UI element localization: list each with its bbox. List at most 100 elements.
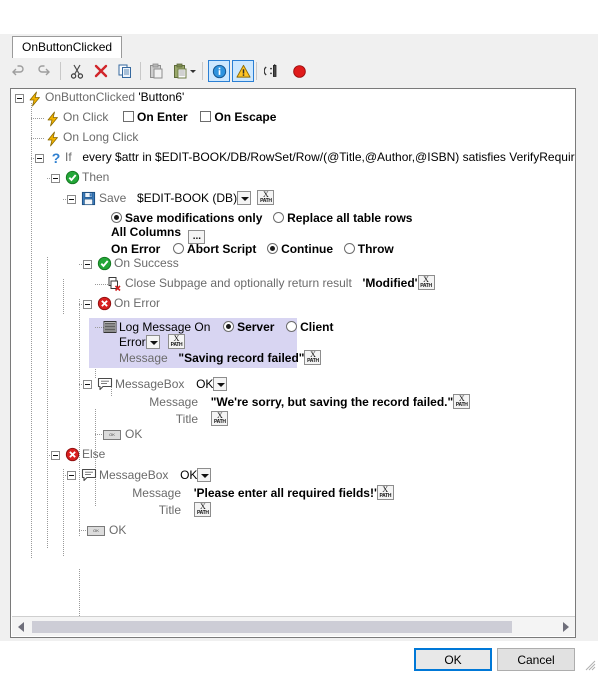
log-server-radio[interactable]: [223, 321, 235, 332]
on-success-label: On Success: [114, 256, 179, 270]
scrollbar-thumb[interactable]: [32, 621, 512, 633]
expander-messagebox-error[interactable]: [83, 380, 92, 389]
delete-icon[interactable]: [90, 60, 112, 82]
log-message-value-row: Message "Saving record failed" X PATH: [119, 348, 322, 368]
scroll-right-arrow-icon[interactable]: [563, 622, 569, 632]
info-icon[interactable]: [208, 60, 230, 82]
root-label: OnButtonClicked: [45, 90, 136, 104]
paste-icon[interactable]: [145, 60, 167, 82]
tree-node-on-success[interactable]: On Success: [114, 253, 179, 273]
tree-node-messagebox-error[interactable]: MessageBox OK: [115, 374, 228, 394]
log-client-radio[interactable]: [286, 321, 298, 332]
tree-node-on-click[interactable]: On Click On Enter On Escape: [63, 107, 276, 127]
if-expression: every $attr in $EDIT-BOOK/DB/RowSet/Row/…: [82, 150, 576, 164]
throw-radio[interactable]: [343, 243, 355, 254]
paste-special-dropdown-icon[interactable]: [188, 60, 198, 82]
scroll-left-arrow-icon[interactable]: [18, 622, 24, 632]
cut-icon[interactable]: [66, 60, 88, 82]
on-long-click-label: On Long Click: [63, 130, 139, 144]
on-enter-label: On Enter: [137, 110, 188, 124]
log-severity-xpath-button[interactable]: X PATH: [168, 334, 186, 349]
else-label: Else: [82, 447, 106, 461]
messagebox-error-label: MessageBox: [115, 377, 185, 391]
tree-node-else[interactable]: Else: [82, 444, 105, 464]
on-click-label: On Click: [63, 110, 109, 124]
script-editor-dialog: OnButtonClicked OnButtonClicked 'Button6…: [0, 0, 598, 673]
tree-node-on-long-click[interactable]: On Long Click: [63, 127, 138, 147]
expander-on-error[interactable]: [83, 300, 92, 309]
log-server-label: Server: [237, 320, 275, 334]
messagebox-else-buttons-dropdown[interactable]: [197, 468, 212, 482]
ok-button[interactable]: OK: [414, 648, 492, 671]
expander-root[interactable]: [15, 94, 24, 103]
tree-node-root[interactable]: OnButtonClicked 'Button6': [45, 89, 184, 107]
tree-node-messagebox-else[interactable]: MessageBox OK: [99, 465, 212, 485]
close-subpage-label: Close Subpage and optionally return resu…: [125, 276, 352, 290]
expander-if[interactable]: [35, 154, 44, 163]
continue-label: Continue: [281, 242, 334, 256]
log-message-field-label: Message: [119, 351, 168, 365]
root-target: 'Button6': [138, 90, 185, 104]
tree-node-then[interactable]: Then: [82, 167, 109, 187]
horizontal-scrollbar[interactable]: [12, 616, 575, 636]
log-message-xpath-button[interactable]: X PATH: [304, 350, 322, 365]
breakpoint-icon[interactable]: [288, 60, 310, 82]
error-cross-icon: [97, 296, 113, 312]
log-severity-dropdown[interactable]: [145, 335, 160, 349]
ok-button-label: OK: [444, 652, 462, 667]
on-escape-checkbox[interactable]: [200, 111, 212, 122]
save-target-dropdown[interactable]: [237, 191, 252, 205]
script-tree[interactable]: OnButtonClicked 'Button6' On Click On En…: [10, 88, 576, 638]
tree-node-ok-branch-error[interactable]: OK: [125, 424, 142, 444]
error-cross-icon: [65, 447, 81, 463]
abort-script-label: Abort Script: [187, 242, 257, 256]
on-error-label: On Error: [114, 296, 161, 310]
tree-node-if[interactable]: If every $attr in $EDIT-BOOK/DB/RowSet/R…: [65, 147, 576, 167]
tree-node-ok-branch-else[interactable]: OK: [109, 520, 126, 540]
tab-onbuttonclicked[interactable]: OnButtonClicked: [12, 36, 123, 58]
close-subpage-value: 'Modified': [362, 276, 418, 290]
messagebox-error-buttons-dropdown[interactable]: [213, 377, 228, 391]
cancel-button[interactable]: Cancel: [497, 648, 575, 671]
messagebox-else-label: MessageBox: [99, 468, 169, 482]
messagebox-error-title-xpath-button[interactable]: X PATH: [211, 411, 229, 426]
messagebox-error-buttons: OK: [196, 377, 214, 391]
copy-icon[interactable]: [114, 60, 136, 82]
continue-radio[interactable]: [267, 243, 279, 254]
close-subpage-xpath-button[interactable]: X PATH: [417, 275, 435, 290]
resize-grip-icon[interactable]: [584, 659, 596, 671]
expander-else[interactable]: [51, 451, 60, 460]
warning-icon[interactable]: [232, 60, 254, 82]
tree-node-close-subpage[interactable]: Close Subpage and optionally return resu…: [125, 273, 435, 293]
messagebox-else-message-value: 'Please enter all required fields!': [193, 486, 377, 500]
save-target-xpath-button[interactable]: X PATH: [257, 190, 275, 205]
tree-content: OnButtonClicked 'Button6' On Click On En…: [11, 89, 576, 616]
messagebox-error-title-label: Title: [175, 412, 198, 426]
messagebox-error-message-value: "We're sorry, but saving the record fail…: [210, 395, 454, 409]
event-icon: [45, 111, 61, 127]
replace-all-rows-label: Replace all table rows: [287, 211, 413, 225]
if-keyword: If: [65, 150, 72, 164]
replace-all-rows-radio[interactable]: [273, 212, 285, 223]
tree-node-save[interactable]: Save $EDIT-BOOK (DB) X PATH: [99, 188, 275, 208]
log-message-value: "Saving record failed": [178, 351, 305, 365]
expander-messagebox-else[interactable]: [67, 471, 76, 480]
on-enter-checkbox[interactable]: [123, 111, 135, 122]
ok-branch-error-label: OK: [125, 427, 143, 441]
messagebox-else-title-row: Title X PATH: [119, 500, 212, 520]
success-check-icon: [97, 256, 113, 272]
messagebox-error-message-xpath-button[interactable]: X PATH: [453, 394, 471, 409]
all-columns-label: All Columns: [111, 225, 182, 239]
expander-save[interactable]: [67, 195, 76, 204]
undo-icon[interactable]: [8, 60, 30, 82]
expander-then[interactable]: [51, 174, 60, 183]
debug-icon[interactable]: [261, 60, 283, 82]
redo-icon[interactable]: [32, 60, 54, 82]
messagebox-else-title-xpath-button[interactable]: X PATH: [194, 502, 212, 517]
log-client-label: Client: [300, 320, 334, 334]
tree-node-on-error[interactable]: On Error: [114, 293, 160, 313]
messagebox-else-message-xpath-button[interactable]: X PATH: [376, 485, 394, 500]
expander-on-success[interactable]: [83, 260, 92, 269]
tab-strip: OnButtonClicked: [0, 34, 598, 58]
event-icon: [27, 91, 43, 107]
